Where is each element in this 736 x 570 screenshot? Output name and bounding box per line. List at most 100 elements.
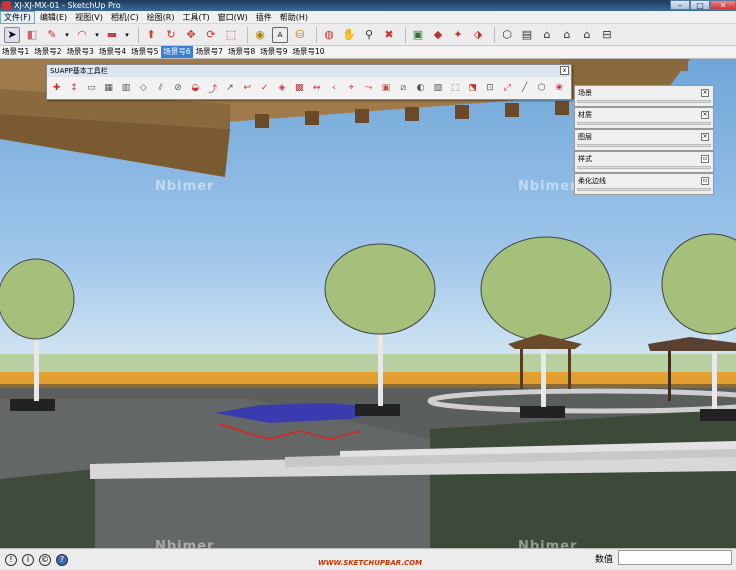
suapp-tool-2-icon[interactable]: ↕: [68, 82, 79, 95]
suapp-tool-17-icon[interactable]: ‹: [328, 82, 339, 95]
suapp-tool-20-icon[interactable]: ▣: [380, 82, 391, 95]
top-view-icon[interactable]: ⌂: [539, 27, 555, 43]
tab-scene-6[interactable]: 场景号6: [161, 46, 193, 58]
minimize-button[interactable]: –: [670, 0, 690, 10]
suapp-tool-16-icon[interactable]: ↭: [311, 82, 322, 95]
share-icon[interactable]: ⬗: [470, 27, 486, 43]
tape-measure-icon[interactable]: ◉: [252, 27, 268, 43]
suapp-tool-11-icon[interactable]: ↗: [224, 82, 235, 95]
eraser-icon[interactable]: ◧: [24, 27, 40, 43]
close-icon[interactable]: ×: [701, 133, 709, 141]
tab-scene-10[interactable]: 场景号10: [291, 46, 327, 58]
tab-scene-9[interactable]: 场景号9: [258, 46, 289, 58]
menu-file[interactable]: 文件(F): [0, 10, 35, 24]
suapp-tool-29-icon[interactable]: ⬡: [536, 82, 547, 95]
geo-location-icon[interactable]: i: [22, 553, 34, 566]
suapp-tool-15-icon[interactable]: ▩: [294, 82, 305, 95]
suapp-tool-4-icon[interactable]: ▦: [103, 82, 114, 95]
suapp-tool-24-icon[interactable]: ⬚: [450, 82, 461, 95]
collapse-icon[interactable]: ▫: [701, 177, 709, 185]
menu-view[interactable]: 视图(V): [72, 12, 106, 23]
menu-camera[interactable]: 相机(C): [108, 12, 142, 23]
suapp-tool-27-icon[interactable]: ⤢: [502, 82, 513, 95]
suapp-tool-25-icon[interactable]: ⬔: [467, 82, 478, 95]
tray-panel-styles[interactable]: 样式 ▫: [574, 151, 714, 173]
iso-view-icon[interactable]: ⬡: [499, 27, 515, 43]
text-icon[interactable]: A: [272, 26, 288, 43]
suapp-tool-13-icon[interactable]: ✓: [259, 82, 270, 95]
tray-panel-scenes[interactable]: 场景 ×: [574, 85, 714, 107]
orbit-icon[interactable]: ◍: [321, 27, 337, 43]
menu-tools[interactable]: 工具(T): [180, 12, 213, 23]
suapp-tool-23-icon[interactable]: ▧: [432, 82, 443, 95]
component-icon[interactable]: ▣: [410, 27, 426, 43]
dropdown-icon[interactable]: ▾: [124, 27, 130, 43]
maximize-button[interactable]: □: [690, 0, 710, 10]
pencil-icon[interactable]: ✎: [44, 27, 60, 43]
back-view-icon[interactable]: ⌂: [579, 27, 595, 43]
suapp-tool-26-icon[interactable]: ⊡: [484, 82, 495, 95]
menu-draw[interactable]: 绘图(R): [144, 12, 178, 23]
suapp-tool-10-icon[interactable]: ⤴: [207, 82, 218, 95]
front-view-icon[interactable]: ▤: [519, 27, 535, 43]
menu-edit[interactable]: 编辑(E): [37, 12, 70, 23]
suapp-tool-12-icon[interactable]: ↩: [242, 82, 253, 95]
suapp-tool-3-icon[interactable]: ▭: [86, 82, 97, 95]
arc-icon[interactable]: ◠: [74, 27, 90, 43]
tab-scene-3[interactable]: 场景号3: [65, 46, 96, 58]
rectangle-icon[interactable]: ▬: [104, 27, 120, 43]
scale-icon[interactable]: ⬚: [223, 27, 239, 43]
help-icon[interactable]: ?: [56, 553, 68, 566]
info-icon[interactable]: !: [5, 553, 17, 566]
suapp-tool-6-icon[interactable]: ◇: [138, 82, 149, 95]
tab-scene-8[interactable]: 场景号8: [226, 46, 257, 58]
suapp-tool-1-icon[interactable]: ✚: [51, 82, 62, 95]
close-button[interactable]: ✕: [710, 0, 736, 10]
suapp-tool-22-icon[interactable]: ◐: [415, 82, 426, 95]
suapp-toolbar[interactable]: SUAPP基本工具栏 x ✚ ↕ ▭ ▦ ▥ ◇ ⫽ ⊘ ◒ ⤴ ↗ ↩ ✓ ◈…: [46, 64, 572, 100]
tray-panel-soften-edges[interactable]: 柔化边线 ▫: [574, 173, 714, 195]
suapp-tool-5-icon[interactable]: ▥: [120, 82, 131, 95]
measurements-input[interactable]: [618, 550, 732, 565]
suapp-tool-18-icon[interactable]: ⌖: [346, 82, 357, 95]
right-view-icon[interactable]: ⌂: [559, 27, 575, 43]
close-icon[interactable]: ×: [701, 111, 709, 119]
tray-panel-layers[interactable]: 图层 ×: [574, 129, 714, 151]
offset-icon[interactable]: ↻: [163, 27, 179, 43]
move-icon[interactable]: ✥: [183, 27, 199, 43]
menu-help[interactable]: 帮助(H): [277, 12, 311, 23]
menu-window[interactable]: 窗口(W): [215, 12, 251, 23]
tab-scene-5[interactable]: 场景号5: [129, 46, 160, 58]
suapp-tool-21-icon[interactable]: ⧄: [398, 82, 409, 95]
tab-scene-7[interactable]: 场景号7: [194, 46, 225, 58]
dropdown-icon[interactable]: ▾: [94, 27, 100, 43]
rotate-icon[interactable]: ⟳: [203, 27, 219, 43]
suapp-tool-8-icon[interactable]: ⊘: [172, 82, 183, 95]
collapse-icon[interactable]: ▫: [701, 155, 709, 163]
suapp-tool-7-icon[interactable]: ⫽: [155, 82, 166, 95]
suapp-toolbar-title[interactable]: SUAPP基本工具栏 x: [47, 65, 571, 77]
menu-plugins[interactable]: 插件: [253, 12, 275, 23]
3d-warehouse-icon[interactable]: ◆: [430, 27, 446, 43]
pan-icon[interactable]: ✋: [341, 27, 357, 43]
tab-scene-1[interactable]: 场景号1: [0, 46, 31, 58]
credits-icon[interactable]: ©: [39, 553, 51, 566]
zoom-extents-icon[interactable]: ✖: [381, 27, 397, 43]
paint-bucket-icon[interactable]: ⛁: [292, 27, 308, 43]
suapp-tool-14-icon[interactable]: ◈: [276, 82, 287, 95]
tab-scene-2[interactable]: 场景号2: [32, 46, 63, 58]
left-view-icon[interactable]: ⊟: [599, 27, 615, 43]
suapp-tool-30-icon[interactable]: ❀: [554, 82, 565, 95]
zoom-icon[interactable]: ⚲: [361, 27, 377, 43]
tab-scene-4[interactable]: 场景号4: [97, 46, 128, 58]
suapp-tool-19-icon[interactable]: ⤳: [363, 82, 374, 95]
push-pull-icon[interactable]: ⬆: [143, 27, 159, 43]
extension-icon[interactable]: ✦: [450, 27, 466, 43]
dropdown-icon[interactable]: ▾: [64, 27, 70, 43]
suapp-tool-28-icon[interactable]: ╱: [519, 82, 530, 95]
suapp-tool-9-icon[interactable]: ◒: [190, 82, 201, 95]
tray-panel-materials[interactable]: 材质 ×: [574, 107, 714, 129]
close-icon[interactable]: ×: [701, 89, 709, 97]
select-icon[interactable]: ➤: [4, 26, 20, 43]
suapp-close-button[interactable]: x: [560, 66, 569, 75]
